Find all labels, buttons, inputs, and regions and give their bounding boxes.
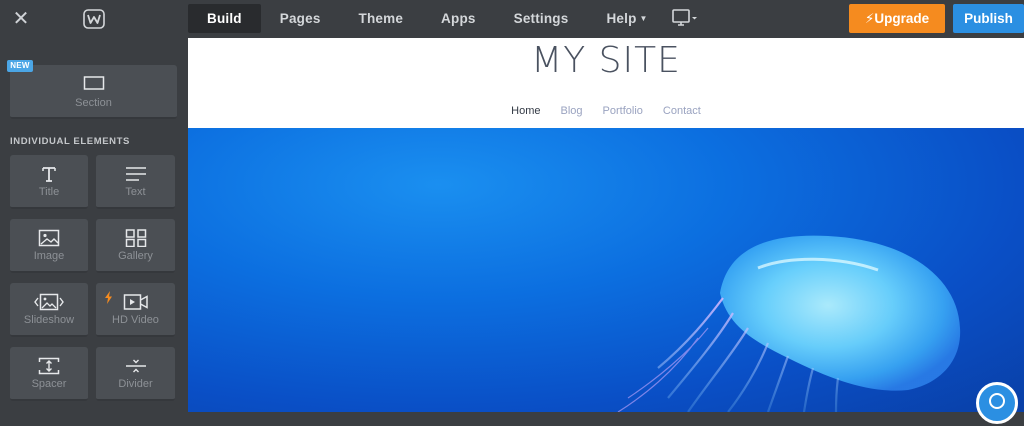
spacer-icon: [38, 357, 60, 375]
lightning-icon: ⚡: [864, 11, 875, 27]
element-image[interactable]: Image: [10, 219, 88, 273]
text-icon: [125, 167, 146, 181]
close-icon[interactable]: ✕: [12, 8, 30, 28]
jellyfish-image: [617, 235, 961, 412]
top-toolbar: ✕ Build Pages Theme Apps Settings Help ▼ …: [0, 0, 1024, 38]
title-icon: [42, 167, 56, 182]
lightbulb-icon: [989, 393, 1005, 409]
site-nav: Home Blog Portfolio Contact: [188, 105, 1024, 117]
site-canvas[interactable]: MY SITE Home Blog Portfolio Contact: [188, 38, 1024, 412]
nav-pages[interactable]: Pages: [261, 4, 340, 33]
site-title[interactable]: MY SITE: [188, 40, 1024, 81]
element-gallery[interactable]: Gallery: [96, 219, 175, 273]
element-hd-video[interactable]: HD Video: [96, 283, 175, 337]
tile-label: Slideshow: [23, 314, 75, 326]
hero-image[interactable]: [188, 128, 1024, 412]
weebly-logo-icon[interactable]: [83, 9, 105, 29]
tile-label: Spacer: [31, 378, 67, 390]
tile-label: HD Video: [112, 314, 159, 326]
help-chat-button[interactable]: [976, 382, 1018, 424]
new-badge: NEW: [7, 60, 33, 72]
element-divider[interactable]: Divider: [96, 347, 175, 401]
section-tile[interactable]: Section: [10, 65, 177, 119]
tile-label: Section: [75, 97, 112, 109]
section-icon: [83, 76, 104, 90]
element-title[interactable]: Title: [10, 155, 88, 209]
hd-video-icon: [123, 294, 148, 310]
site-nav-home[interactable]: Home: [511, 105, 540, 117]
caret-down-icon: ▼: [639, 14, 648, 23]
tile-label: Text: [125, 186, 146, 198]
site-nav-blog[interactable]: Blog: [561, 105, 583, 117]
nav-build[interactable]: Build: [188, 4, 261, 33]
nav-theme[interactable]: Theme: [340, 4, 423, 33]
element-spacer[interactable]: Spacer: [10, 347, 88, 401]
element-slideshow[interactable]: Slideshow: [10, 283, 88, 337]
site-nav-contact[interactable]: Contact: [663, 105, 701, 117]
image-icon: [38, 229, 60, 247]
element-text[interactable]: Text: [96, 155, 175, 209]
gallery-icon: [125, 229, 146, 247]
tile-label: Image: [33, 250, 65, 262]
tile-label: Title: [38, 186, 60, 198]
tile-label: Divider: [118, 378, 153, 390]
divider-icon: [125, 359, 146, 373]
upgrade-button[interactable]: ⚡Upgrade: [849, 4, 945, 33]
nav-settings[interactable]: Settings: [495, 4, 588, 33]
slideshow-icon: [34, 293, 64, 311]
desktop-preview-icon[interactable]: [671, 8, 699, 28]
publish-button[interactable]: Publish: [953, 4, 1024, 33]
nav-apps[interactable]: Apps: [422, 4, 495, 33]
tile-label: Gallery: [118, 250, 153, 262]
nav-help[interactable]: Help ▼: [587, 4, 666, 33]
individual-elements-heading: INDIVIDUAL ELEMENTS: [10, 136, 130, 147]
site-nav-portfolio[interactable]: Portfolio: [603, 105, 643, 117]
elements-sidebar: NEW Section INDIVIDUAL ELEMENTS Title Te…: [0, 38, 188, 412]
main-nav: Build Pages Theme Apps Settings Help ▼: [188, 4, 667, 33]
